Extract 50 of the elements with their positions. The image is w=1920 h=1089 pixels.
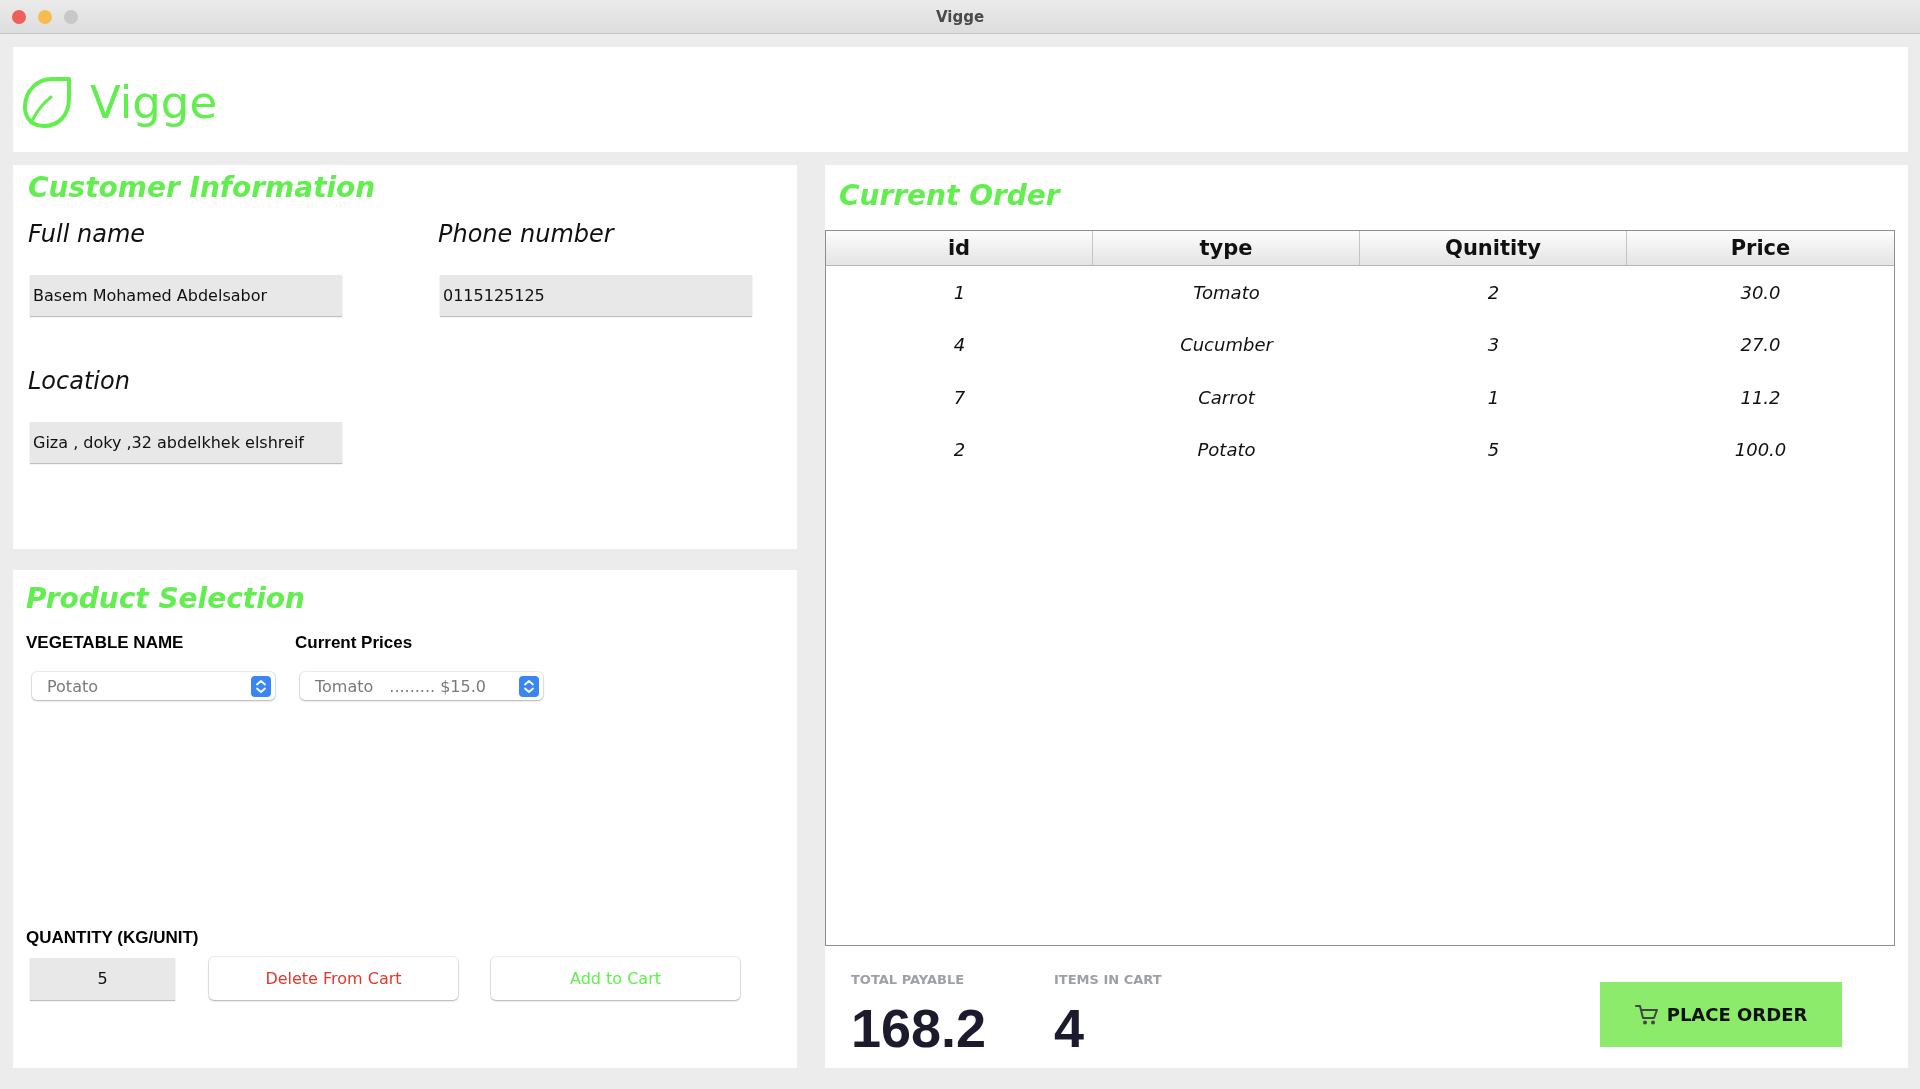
- column-header[interactable]: Qunitity: [1360, 231, 1627, 265]
- section-title: Current Order: [839, 178, 1062, 214]
- dropdown[interactable]: Tomato ......... $15.0: [300, 672, 543, 700]
- app-logo-text: Vigge: [90, 76, 218, 129]
- text-field[interactable]: Basem Mohamed Abdelsabor: [30, 275, 342, 316]
- summary-value: 4: [1054, 998, 1085, 1058]
- table-cell-text: 7: [952, 385, 967, 410]
- text-field[interactable]: 0115125125: [440, 275, 752, 316]
- table-cell-text: 2: [952, 438, 967, 463]
- field-label: Location: [28, 366, 130, 396]
- minimize-button[interactable]: [38, 9, 52, 24]
- table-cell-text: 1: [1486, 385, 1501, 410]
- stepper-icon: [519, 675, 539, 697]
- table-cell-text: 100.0: [1733, 438, 1788, 463]
- field-label: Phone number: [438, 219, 614, 249]
- column-header[interactable]: id: [826, 231, 1093, 265]
- column-header[interactable]: type: [1093, 231, 1360, 265]
- table-cell-text: 1: [952, 280, 967, 305]
- text-field[interactable]: Giza , doky ,32 abdelkhek elshreif: [30, 422, 342, 463]
- place-order-button[interactable]: PLACE ORDER: [1600, 982, 1842, 1047]
- window-title: Vigge: [935, 7, 985, 26]
- table-cell-text: Cucumber: [1179, 333, 1275, 358]
- table-cell-text: 2: [1486, 280, 1501, 305]
- table-cell-text: Tomato: [1192, 280, 1261, 305]
- delete-button[interactable]: Delete From Cart: [209, 957, 458, 1000]
- summary-label: ITEMS IN CART: [1054, 971, 1162, 988]
- leaf-logo-icon: [22, 76, 72, 129]
- quantity-field[interactable]: 5: [30, 957, 175, 1000]
- cart-icon: [1634, 1003, 1659, 1026]
- zoom-button[interactable]: [64, 9, 78, 24]
- summary-label: TOTAL PAYABLE: [851, 971, 965, 988]
- table-cell-text: 27.0: [1739, 333, 1782, 358]
- column-header[interactable]: Price: [1627, 231, 1894, 265]
- table-cell-text: 3: [1486, 333, 1501, 358]
- section-title: Customer Information: [28, 170, 377, 206]
- field-label: Current Prices: [295, 633, 413, 653]
- table-cell-text: 30.0: [1739, 280, 1782, 305]
- close-button[interactable]: [12, 9, 26, 24]
- section-title: Product Selection: [26, 581, 306, 617]
- field-label: VEGETABLE NAME: [26, 633, 184, 653]
- table-cell-text: Potato: [1196, 438, 1257, 463]
- stepper-icon: [251, 675, 271, 697]
- dropdown[interactable]: Potato: [32, 672, 275, 700]
- table-cell-text: Carrot: [1197, 385, 1257, 410]
- field-label: QUANTITY (KG/UNIT): [26, 928, 199, 948]
- table-cell-text: 11.2: [1739, 385, 1782, 410]
- summary-value: 168.2: [851, 998, 987, 1058]
- field-label: Full name: [28, 219, 146, 249]
- table-cell-text: 5: [1486, 438, 1501, 463]
- table-cell-text: 4: [952, 333, 967, 358]
